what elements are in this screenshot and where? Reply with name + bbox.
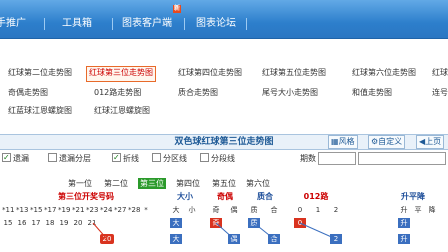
subheader-cell: 1: [315, 206, 321, 214]
subheader-cell: 偶: [230, 206, 238, 214]
period-select[interactable]: [358, 152, 446, 165]
nav-separator: [184, 18, 185, 30]
position-2nd[interactable]: 第二位: [104, 178, 128, 189]
subheader-cell: *17: [44, 206, 57, 214]
period-input[interactable]: [318, 152, 356, 165]
header-numbers: 第三位开奖号码: [36, 191, 136, 203]
subheader-cell: *15: [30, 206, 43, 214]
option-segment-line[interactable]: 分段线: [200, 152, 235, 166]
header-prime: 质合: [248, 191, 282, 203]
link-odd-even[interactable]: 奇偶走势图: [8, 86, 48, 100]
position-4th[interactable]: 第四位: [176, 178, 200, 189]
link-redblue-spiral[interactable]: 红蓝球江恩螺旋图: [8, 104, 72, 118]
option-segment-line-label: 分段线: [211, 154, 235, 163]
subheader-cell: 升: [400, 206, 408, 214]
nav-toolbox[interactable]: 工具箱: [62, 16, 92, 32]
subheader-cell: 降: [428, 206, 436, 214]
link-red-spiral[interactable]: 红球江恩螺旋图: [94, 104, 150, 118]
checkbox-zone-line[interactable]: [152, 153, 161, 162]
link-012[interactable]: 012路走势图: [94, 86, 141, 100]
link-red-2nd[interactable]: 红球第二位走势图: [8, 66, 72, 80]
position-5th[interactable]: 第五位: [212, 178, 236, 189]
option-missing-label: 遗漏: [13, 154, 29, 163]
link-consecutive[interactable]: 连号: [432, 86, 448, 100]
link-red-4th[interactable]: 红球第四位走势图: [178, 66, 242, 80]
nav-separator: [44, 18, 45, 30]
position-3rd[interactable]: 第三位: [138, 178, 166, 189]
position-6th[interactable]: 第六位: [246, 178, 270, 189]
subheader-cell: *24: [100, 206, 113, 214]
subheader-cell: *27: [114, 206, 127, 214]
nav-chart-forum[interactable]: 图表论坛: [196, 16, 236, 32]
subheader-cell: *23: [86, 206, 99, 214]
option-missing[interactable]: 遗漏: [2, 151, 29, 166]
subheader-cell: *11: [2, 206, 15, 214]
option-missing-layer-label: 遗漏分层: [59, 154, 91, 163]
subheader-cell: *: [144, 206, 148, 214]
prev-page-label: 上页: [425, 137, 442, 146]
checkbox-segment-line[interactable]: [200, 153, 209, 162]
link-red-5th[interactable]: 红球第五位走势图: [262, 66, 326, 80]
trend-polyline: [92, 222, 337, 240]
subheader-cell: *21: [72, 206, 85, 214]
subheader-cell: *19: [58, 206, 71, 214]
link-tail-size[interactable]: 尾号大小走势图: [262, 86, 318, 100]
subheader-cell: 大: [172, 206, 180, 214]
link-sum[interactable]: 和值走势图: [352, 86, 392, 100]
header-odd-even: 奇偶: [210, 191, 240, 203]
subheader-cell: 小: [188, 206, 196, 214]
link-prime[interactable]: 质合走势图: [178, 86, 218, 100]
period-label: 期数: [300, 154, 316, 163]
top-nav-bar: 手推广 工具箱 图表客户端 新 图表论坛: [0, 0, 448, 39]
subheader-cell: 2: [333, 206, 339, 214]
nav-promote[interactable]: 手推广: [0, 16, 26, 32]
subheader-cell: 质: [250, 206, 258, 214]
link-red-more[interactable]: 红球: [432, 66, 448, 80]
option-zone-line[interactable]: 分区线: [152, 152, 187, 166]
nav-chart-client[interactable]: 图表客户端: [122, 16, 172, 32]
header-012: 012路: [296, 191, 336, 203]
style-button[interactable]: ▦风格: [328, 135, 358, 149]
checkbox-polyline[interactable]: [112, 151, 121, 165]
subheader-cell: *28: [128, 206, 141, 214]
subheader-cell: 0: [297, 206, 303, 214]
link-red-6th[interactable]: 红球第六位走势图: [352, 66, 416, 80]
option-polyline[interactable]: 折线: [112, 151, 139, 166]
new-badge: 新: [173, 5, 181, 13]
subheader-cell: 奇: [212, 206, 220, 214]
checkbox-missing[interactable]: [2, 151, 11, 165]
position-1st[interactable]: 第一位: [68, 178, 92, 189]
trend-table: 15 16 17 18 19 20 21 大 奇 质 0 升 20 大 偶 合 …: [0, 216, 448, 252]
style-icon: ▦: [331, 137, 339, 146]
prev-page-button[interactable]: ◀上页: [416, 135, 445, 149]
header-size: 大小: [170, 191, 200, 203]
nav-separator: [112, 18, 113, 30]
option-missing-layer[interactable]: 遗漏分层: [48, 152, 91, 166]
header-trend: 升平降: [398, 191, 428, 203]
subheader-cell: 平: [414, 206, 422, 214]
custom-button[interactable]: ⚙自定义: [368, 135, 406, 149]
nav-separator: [246, 18, 247, 30]
subheader-cell: 合: [270, 206, 278, 214]
style-button-label: 风格: [338, 137, 355, 146]
subheader-cell: *13: [16, 206, 29, 214]
custom-button-label: 自定义: [378, 137, 403, 146]
option-polyline-label: 折线: [123, 154, 139, 163]
link-red-3rd[interactable]: 红球第三位走势图: [86, 66, 156, 82]
option-zone-line-label: 分区线: [163, 154, 187, 163]
checkbox-missing-layer[interactable]: [48, 153, 57, 162]
